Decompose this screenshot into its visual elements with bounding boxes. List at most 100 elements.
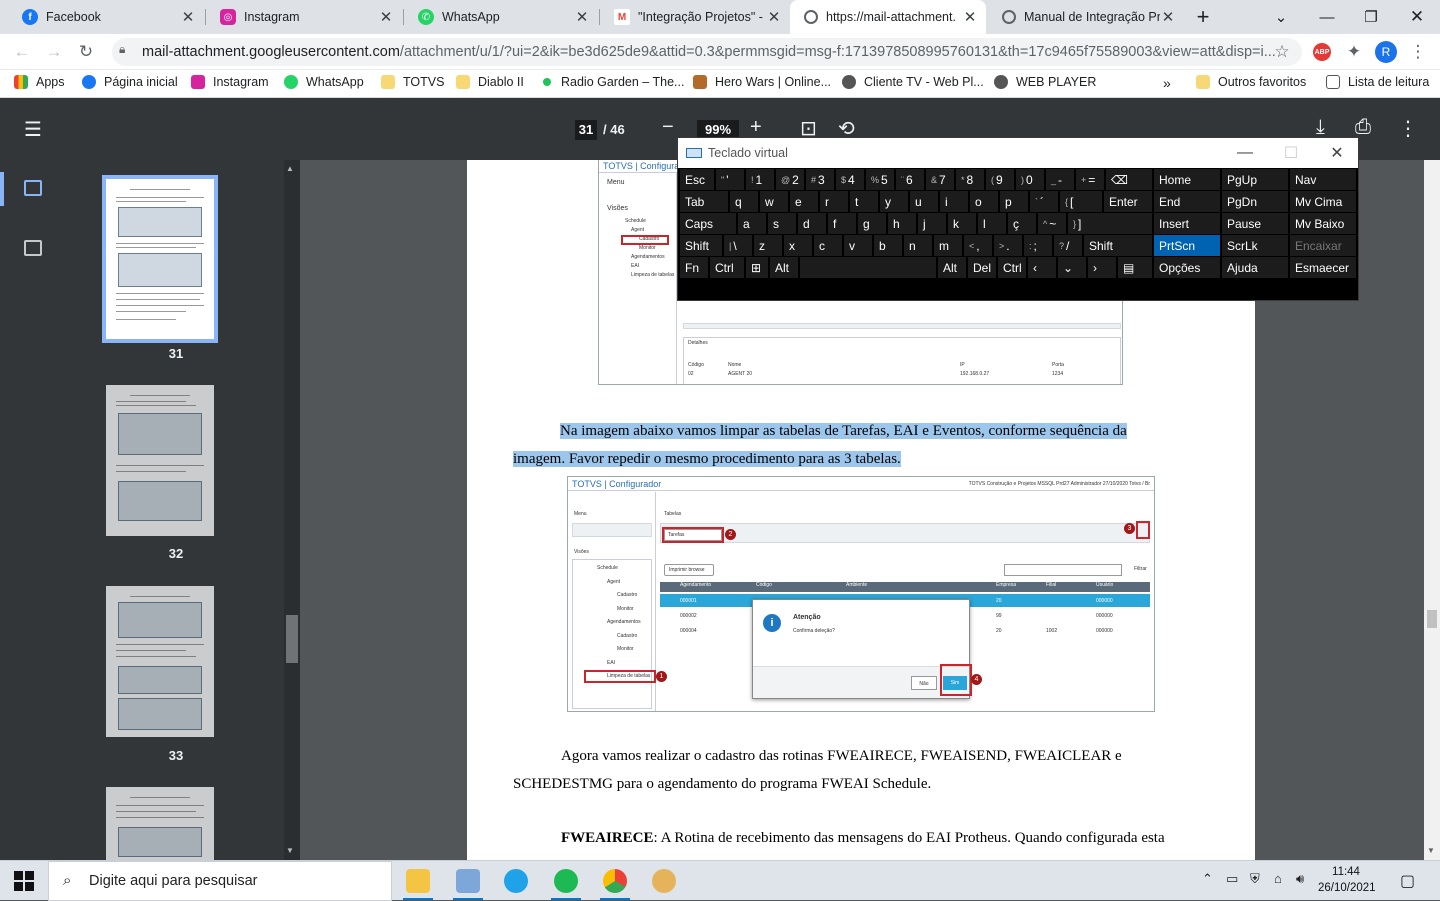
key-0-13[interactable]: + = [1076, 169, 1104, 190]
key-2-12[interactable]: }] [1068, 213, 1152, 234]
security-icon[interactable]: ⛨ [1250, 871, 1260, 887]
lock-icon[interactable]: 🔒︎ [119, 42, 125, 57]
key-2-10[interactable]: ç [1008, 213, 1036, 234]
key-side-1-0[interactable]: End [1154, 191, 1220, 212]
app-icon[interactable] [456, 869, 480, 893]
taskbar-search[interactable]: ⌕ Digite aqui para pesquisar [48, 861, 392, 901]
tab-search-icon[interactable]: ⌄ [1258, 0, 1304, 34]
extensions-icon[interactable]: ✦ [1342, 40, 1366, 64]
key-0-6[interactable]: % 5 [866, 169, 894, 190]
tray-expand-icon[interactable]: ⌃ [1202, 871, 1213, 887]
key-2-9[interactable]: l [978, 213, 1006, 234]
profile-avatar[interactable]: R [1375, 41, 1397, 63]
key-1-6[interactable]: y [880, 191, 908, 212]
key-4-8[interactable]: ‹ [1028, 257, 1056, 278]
key-1-2[interactable]: w [760, 191, 788, 212]
key-2-4[interactable]: f [828, 213, 856, 234]
page-number-input[interactable]: 31 [575, 120, 597, 140]
thumbnails-icon[interactable] [24, 180, 42, 196]
close-tab-icon[interactable]: ✕ [962, 8, 978, 26]
key-0-10[interactable]: (9 [986, 169, 1014, 190]
clock[interactable]: 11:44 26/10/2021 [1318, 864, 1376, 896]
key-side-3-2[interactable]: Encaixar [1290, 235, 1356, 256]
key-1-3[interactable]: e [790, 191, 818, 212]
key-3-12[interactable]: ? / [1054, 235, 1082, 256]
key-2-2[interactable]: s [768, 213, 796, 234]
key-side-4-1[interactable]: Ajuda [1222, 257, 1288, 278]
page-scrollbar[interactable]: ▼ [1424, 160, 1440, 860]
key-3-10[interactable]: >. [994, 235, 1022, 256]
bookmark-pagina-inicial[interactable]: Página inicial [82, 75, 178, 89]
key-3-9[interactable]: <, [964, 235, 992, 256]
bookmark-web-player[interactable]: WEB PLAYER [994, 75, 1096, 89]
key-side-0-0[interactable]: Home [1154, 169, 1220, 190]
key-side-1-1[interactable]: PgDn [1222, 191, 1288, 212]
back-icon[interactable]: ← [10, 40, 34, 64]
key-4-4[interactable] [800, 257, 936, 278]
key-1-1[interactable]: q [730, 191, 758, 212]
thumbnail-scrollbar[interactable]: ▲ ▼ [284, 160, 300, 860]
key-2-5[interactable]: g [858, 213, 886, 234]
bookmark-outros-favoritos[interactable]: Outros favoritos [1196, 75, 1306, 89]
key-3-6[interactable]: b [874, 235, 902, 256]
zoom-in-icon[interactable]: + [750, 116, 762, 139]
thumbnail-page-32[interactable] [106, 385, 214, 536]
print-icon[interactable]: ⎙ [1355, 116, 1371, 139]
outline-icon[interactable] [24, 240, 42, 256]
key-3-5[interactable]: v [844, 235, 872, 256]
file-explorer-icon[interactable] [406, 869, 430, 893]
key-0-8[interactable]: & 7 [926, 169, 954, 190]
print-browse-button[interactable]: Imprimir browse [664, 564, 714, 576]
key-4-7[interactable]: Ctrl [998, 257, 1026, 278]
key-0-2[interactable]: ! 1 [746, 169, 774, 190]
key-3-13[interactable]: Shift [1084, 235, 1152, 256]
key-side-4-2[interactable]: Esmaecer [1290, 257, 1356, 278]
key-0-5[interactable]: $4 [836, 169, 864, 190]
key-0-14[interactable]: ⌫ [1106, 169, 1152, 190]
close-tab-icon[interactable]: ✕ [766, 8, 782, 26]
close-tab-icon[interactable]: ✕ [574, 8, 590, 26]
key-4-10[interactable]: › [1088, 257, 1116, 278]
tab-mail-attachment[interactable]: https://mail-attachment. ✕ [790, 0, 986, 34]
no-button[interactable]: Não [911, 676, 937, 690]
key-side-3-0[interactable]: PrtScn [1154, 235, 1220, 256]
key-1-12[interactable]: {[ [1060, 191, 1102, 212]
key-side-3-1[interactable]: ScrLk [1222, 235, 1288, 256]
bookmark-radio-garden[interactable]: Radio Garden – The... [540, 75, 684, 89]
osk-minimize-button[interactable]: — [1222, 138, 1268, 168]
address-bar[interactable]: mail-attachment.googleusercontent.com/at… [112, 38, 1302, 66]
hamburger-menu-icon[interactable]: ☰ [24, 117, 42, 142]
key-3-8[interactable]: m [934, 235, 962, 256]
thumbnail-page-31[interactable] [102, 175, 218, 343]
key-4-0[interactable]: Fn [680, 257, 708, 278]
key-0-1[interactable]: " ' [716, 169, 744, 190]
key-0-9[interactable]: * 8 [956, 169, 984, 190]
adblock-icon[interactable]: ABP [1313, 43, 1331, 61]
key-4-5[interactable]: Alt [938, 257, 966, 278]
bookmark-star-icon[interactable]: ☆ [1270, 40, 1294, 64]
key-0-3[interactable]: @2 [776, 169, 804, 190]
scroll-thumb[interactable] [286, 615, 298, 663]
key-3-11[interactable]: :; [1024, 235, 1052, 256]
osk-close-button[interactable]: ✕ [1314, 138, 1360, 168]
key-0-7[interactable]: ¨ 6 [896, 169, 924, 190]
menu-dots-icon[interactable]: ⋮ [1406, 40, 1430, 64]
key-0-11[interactable]: ) 0 [1016, 169, 1044, 190]
key-1-9[interactable]: o [970, 191, 998, 212]
tab-gmail[interactable]: M "Integração Projetos" - r ✕ [600, 0, 790, 34]
key-1-0[interactable]: Tab [680, 191, 728, 212]
scroll-down-icon[interactable]: ▼ [1427, 846, 1435, 855]
more-options-icon[interactable]: ⋮ [1398, 116, 1418, 141]
key-4-11[interactable]: ▤ [1118, 257, 1152, 278]
key-side-0-1[interactable]: PgUp [1222, 169, 1288, 190]
minimize-button[interactable]: — [1304, 0, 1350, 34]
bookmark-hero-wars[interactable]: Hero Wars | Online... [693, 75, 831, 89]
key-1-8[interactable]: i [940, 191, 968, 212]
key-side-0-2[interactable]: Nav [1290, 169, 1356, 190]
key-1-4[interactable]: r [820, 191, 848, 212]
key-4-6[interactable]: Del [968, 257, 996, 278]
bookmark-instagram[interactable]: Instagram [191, 75, 269, 89]
scroll-thumb[interactable] [1427, 610, 1437, 628]
network-icon[interactable]: ▭ [1226, 871, 1238, 887]
tab-facebook[interactable]: f Facebook ✕ [8, 0, 204, 34]
